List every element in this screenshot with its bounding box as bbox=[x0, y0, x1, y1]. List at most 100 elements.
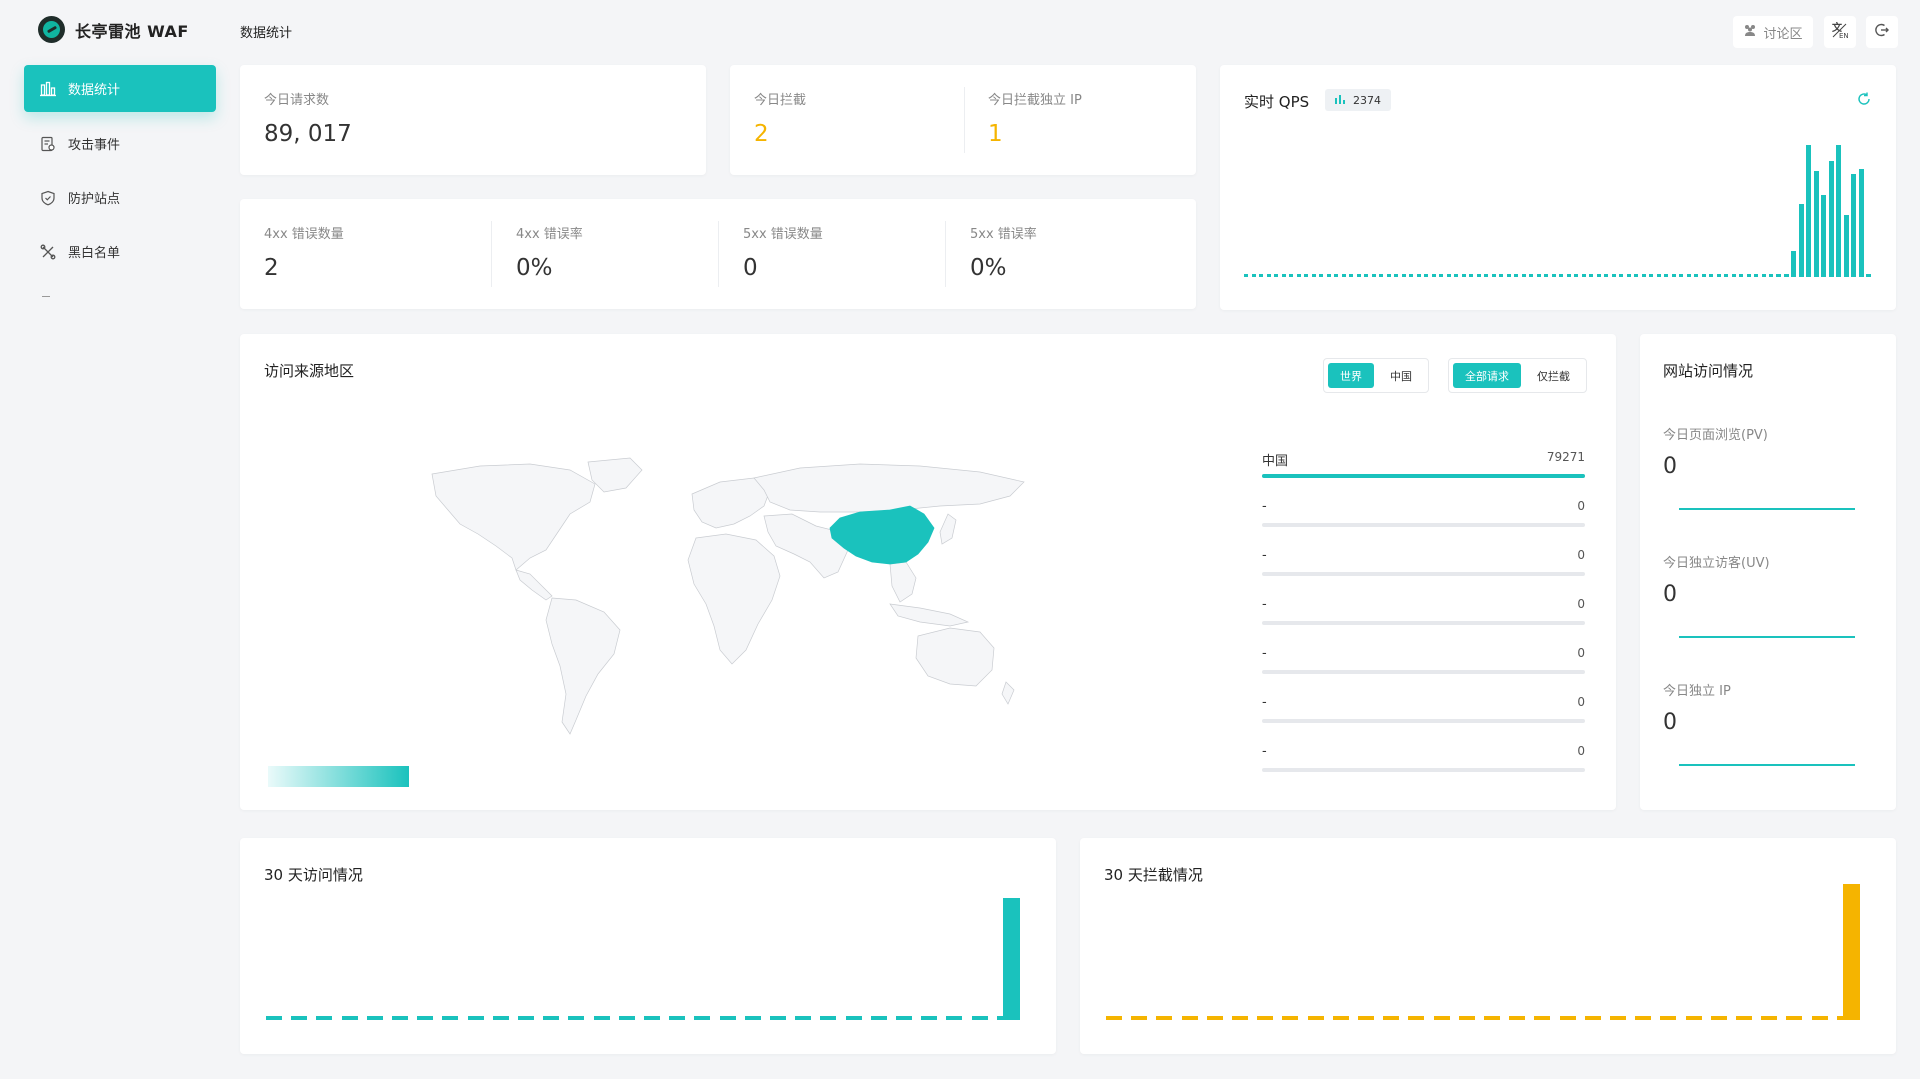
refresh-icon[interactable] bbox=[1856, 91, 1872, 111]
qps-baseline-segment bbox=[1499, 274, 1503, 277]
region-name: - bbox=[1262, 695, 1267, 710]
qps-baseline-segment bbox=[1469, 274, 1473, 277]
divider bbox=[945, 221, 946, 287]
trend-baseline-segment bbox=[1635, 1016, 1652, 1020]
community-icon bbox=[1743, 23, 1757, 41]
qps-baseline-segment bbox=[1461, 274, 1466, 277]
shield-icon bbox=[40, 190, 56, 206]
err4xx-count-label: 4xx 错误数量 bbox=[264, 227, 344, 242]
new-zealand-shape bbox=[1001, 681, 1015, 705]
scope-china-button[interactable]: 中国 bbox=[1378, 363, 1424, 388]
today-requests-value: 89, 017 bbox=[264, 121, 352, 147]
sidebar-collapse-handle[interactable] bbox=[42, 296, 50, 297]
north-america-shape bbox=[431, 463, 596, 571]
trend-baseline-segment bbox=[870, 1016, 887, 1020]
trend-baseline-segment bbox=[1786, 1016, 1803, 1020]
qps-baseline-segment bbox=[1514, 274, 1518, 277]
qps-baseline-segment bbox=[1401, 274, 1406, 277]
qps-bar bbox=[1836, 145, 1841, 277]
qps-baseline-segment bbox=[1604, 274, 1608, 277]
qps-baseline-segment bbox=[1544, 274, 1548, 277]
scope-toggle: 世界 中国 bbox=[1323, 358, 1429, 393]
visits-30day-card: 30 天访问情况 bbox=[240, 838, 1056, 1054]
qps-baseline-segment bbox=[1701, 274, 1706, 277]
today-blocked-ip-label: 今日拦截独立 IP bbox=[988, 93, 1082, 108]
forum-label: 讨论区 bbox=[1763, 26, 1803, 42]
forum-button[interactable]: 讨论区 bbox=[1733, 16, 1813, 48]
region-count: 0 bbox=[1577, 744, 1585, 758]
divider bbox=[491, 221, 492, 287]
qps-baseline-segment bbox=[1281, 274, 1286, 277]
qps-baseline-segment bbox=[1319, 274, 1323, 277]
region-progress-track bbox=[1262, 719, 1585, 723]
qps-baseline-segment bbox=[1296, 274, 1301, 277]
qps-baseline-segment bbox=[1251, 274, 1256, 277]
sidebar-item-dashboard[interactable]: 数据统计 bbox=[24, 65, 216, 112]
region-progress-track bbox=[1262, 474, 1585, 478]
qps-baseline-segment bbox=[1259, 274, 1263, 277]
trend-baseline-segment bbox=[744, 1016, 761, 1020]
filter-all-button[interactable]: 全部请求 bbox=[1453, 363, 1521, 388]
pv-sparkline bbox=[1679, 508, 1855, 510]
filter-blocked-button[interactable]: 仅拦截 bbox=[1525, 363, 1582, 388]
sidebar-item-blacklist-whitelist[interactable]: 黑白名单 bbox=[24, 228, 216, 275]
qps-baseline-segment bbox=[1244, 274, 1248, 277]
qps-baseline-segment bbox=[1446, 274, 1451, 277]
qps-baseline-segment bbox=[1589, 274, 1593, 277]
trend-baseline-segment bbox=[1156, 1016, 1173, 1020]
qps-baseline-segment bbox=[1379, 274, 1383, 277]
trend-baseline-segment bbox=[1685, 1016, 1702, 1020]
qps-baseline-segment bbox=[1454, 274, 1458, 277]
filter-toggle: 全部请求 仅拦截 bbox=[1448, 358, 1587, 393]
brand-name: 长亭雷池 WAF bbox=[75, 21, 189, 41]
trend-baseline-segment bbox=[568, 1016, 585, 1020]
region-name: - bbox=[1262, 646, 1267, 661]
sidebar-item-label: 攻击事件 bbox=[68, 138, 121, 153]
qps-baseline-segment bbox=[1416, 274, 1421, 277]
qps-bar bbox=[1821, 195, 1826, 277]
qps-baseline-segment bbox=[1394, 274, 1398, 277]
sidebar-item-protected-sites[interactable]: 防护站点 bbox=[24, 174, 216, 221]
qps-baseline-segment bbox=[1761, 274, 1766, 277]
region-ranking-row: -0 bbox=[1262, 548, 1585, 588]
trend-baseline-segment bbox=[341, 1016, 358, 1020]
qps-baseline-segment bbox=[1709, 274, 1713, 277]
trend-baseline-segment bbox=[1131, 1016, 1148, 1020]
indonesia-shape bbox=[889, 603, 970, 627]
err5xx-count-value: 0 bbox=[743, 255, 758, 281]
region-count: 0 bbox=[1577, 597, 1585, 611]
sidebar-item-attack-events[interactable]: 攻击事件 bbox=[24, 120, 216, 167]
err4xx-count-value: 2 bbox=[264, 255, 279, 281]
region-count: 0 bbox=[1577, 695, 1585, 709]
language-button[interactable]: 文 EN bbox=[1824, 16, 1856, 48]
trend-baseline-segment bbox=[1761, 1016, 1778, 1020]
trend-baseline-segment bbox=[1811, 1016, 1828, 1020]
qps-bar bbox=[1783, 274, 1789, 277]
trend-baseline-segment bbox=[644, 1016, 660, 1020]
qps-bar bbox=[1866, 274, 1871, 277]
today-blocked-card: 今日拦截 2 今日拦截独立 IP 1 bbox=[730, 65, 1196, 175]
qps-baseline-segment bbox=[1356, 274, 1361, 277]
qps-bar bbox=[1806, 145, 1811, 277]
qps-baseline-segment bbox=[1551, 274, 1556, 277]
region-name: - bbox=[1262, 597, 1267, 612]
visits-30day-chart bbox=[266, 898, 1022, 1020]
language-icon: 文 EN bbox=[1831, 21, 1849, 43]
qps-baseline-segment bbox=[1671, 274, 1676, 277]
qps-baseline-segment bbox=[1686, 274, 1691, 277]
qps-bar bbox=[1843, 214, 1849, 277]
trend-baseline-segment bbox=[1660, 1016, 1677, 1020]
scope-world-button[interactable]: 世界 bbox=[1328, 363, 1374, 388]
qps-baseline-segment bbox=[1746, 274, 1751, 277]
trend-baseline-segment bbox=[1484, 1016, 1500, 1020]
qps-bar bbox=[1828, 160, 1834, 277]
trend-baseline-segment bbox=[492, 1016, 509, 1020]
trend-baseline-segment bbox=[896, 1016, 912, 1020]
err4xx-rate-label: 4xx 错误率 bbox=[516, 227, 583, 242]
trend-baseline-segment bbox=[1307, 1016, 1324, 1020]
region-ranking-row: -0 bbox=[1262, 744, 1585, 784]
logout-button[interactable] bbox=[1866, 16, 1898, 48]
qps-baseline-segment bbox=[1731, 274, 1736, 277]
africa-shape bbox=[687, 533, 781, 665]
sidebar-item-label: 黑白名单 bbox=[68, 246, 121, 261]
